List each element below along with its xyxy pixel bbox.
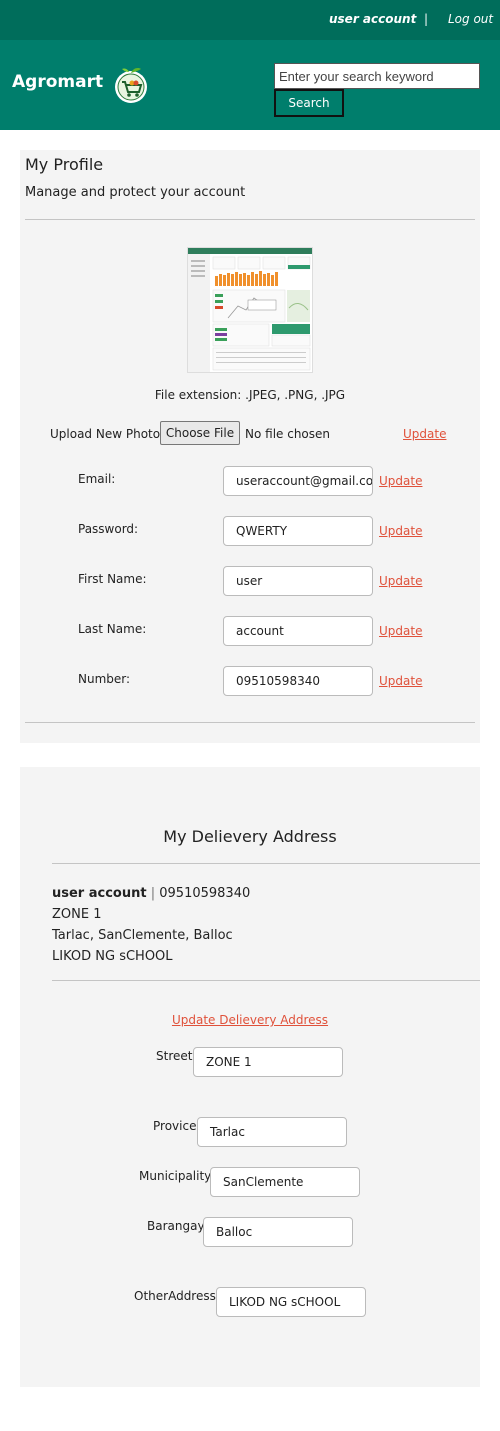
barangay-label: Barangay:	[147, 1219, 208, 1233]
number-field[interactable]: 09510598340	[223, 666, 373, 696]
last-name-field[interactable]: account	[223, 616, 373, 646]
file-extension-note: File extension: .JPEG, .PNG, .JPG	[154, 388, 346, 402]
number-label: Number:	[78, 672, 131, 686]
delivery-address-card: My Delievery Address user account | 0951…	[20, 767, 480, 1387]
address-summary: user account | 09510598340 ZONE 1 Tarlac…	[52, 883, 250, 967]
update-first-name-link[interactable]: Update	[379, 574, 422, 588]
street-field[interactable]: ZONE 1	[193, 1047, 343, 1077]
brand-name[interactable]: Agromart	[12, 72, 103, 92]
last-name-label: Last Name:	[78, 622, 147, 636]
update-address-link[interactable]: Update Delievery Address	[172, 1013, 328, 1027]
recipient-phone: 09510598340	[159, 886, 251, 901]
email-field[interactable]: useraccount@gmail.com	[223, 466, 373, 496]
password-label: Password:	[78, 522, 139, 536]
topbar-separator: |	[424, 12, 429, 26]
first-name-field[interactable]: user	[223, 566, 373, 596]
divider	[25, 722, 475, 723]
divider	[52, 980, 480, 981]
profile-subtitle: Manage and protect your account	[25, 185, 246, 200]
address-line-3: LIKOD NG sCHOOL	[52, 949, 173, 964]
divider	[52, 863, 480, 864]
update-password-link[interactable]: Update	[379, 524, 422, 538]
other-address-label: OtherAddress:	[134, 1289, 220, 1303]
address-update-row: Update Delievery Address	[20, 1009, 480, 1028]
logout-link[interactable]: Log out	[448, 12, 493, 26]
barangay-field[interactable]: Balloc	[203, 1217, 353, 1247]
password-field[interactable]: QWERTY	[223, 516, 373, 546]
top-bar: user account | Log out	[0, 0, 500, 40]
upload-photo-label: Upload New Photo:	[50, 427, 165, 441]
municipality-label: Municipality:	[139, 1169, 215, 1183]
update-number-link[interactable]: Update	[379, 674, 422, 688]
province-field[interactable]: Tarlac	[197, 1117, 347, 1147]
update-photo-link[interactable]: Update	[403, 427, 446, 441]
profile-photo	[187, 247, 313, 373]
header: Agromart Search	[0, 40, 500, 130]
choose-file-button[interactable]: Choose File	[160, 421, 240, 445]
file-status: No file chosen	[245, 427, 331, 441]
name-separator: |	[150, 886, 156, 901]
street-label: Street:	[156, 1049, 197, 1063]
user-account-link[interactable]: user account	[329, 12, 416, 26]
recipient-name: user account	[52, 886, 147, 901]
update-last-name-link[interactable]: Update	[379, 624, 422, 638]
province-label: Provice:	[153, 1119, 201, 1133]
cart-logo-icon	[115, 68, 147, 103]
divider	[25, 219, 475, 220]
municipality-field[interactable]: SanClemente	[210, 1167, 360, 1197]
other-address-field[interactable]: LIKOD NG sCHOOL	[216, 1287, 366, 1317]
search-button[interactable]: Search	[274, 89, 344, 117]
update-email-link[interactable]: Update	[379, 474, 422, 488]
address-line-2: Tarlac, SanClemente, Balloc	[52, 928, 233, 943]
profile-title: My Profile	[25, 155, 104, 174]
profile-card: My Profile Manage and protect your accou…	[20, 150, 480, 743]
address-title: My Delievery Address	[163, 827, 337, 846]
email-label: Email:	[78, 472, 116, 486]
search-input[interactable]	[274, 63, 480, 89]
first-name-label: First Name:	[78, 572, 147, 586]
address-line-1: ZONE 1	[52, 907, 102, 922]
